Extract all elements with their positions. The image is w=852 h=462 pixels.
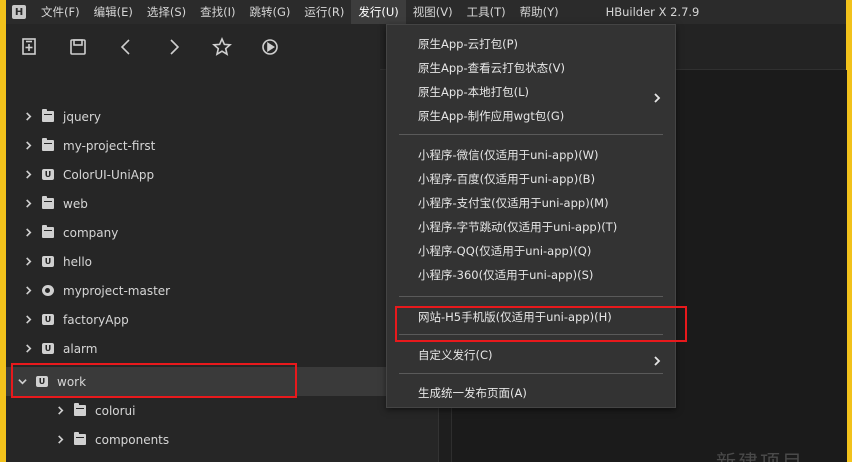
chevron-right-icon[interactable] [22, 285, 34, 297]
chevron-right-icon[interactable] [22, 111, 34, 123]
menu-file[interactable]: 文件(F) [34, 0, 87, 24]
menu-find[interactable]: 查找(I) [193, 0, 242, 24]
folder-icon [42, 109, 54, 122]
tree-item-label: myproject-master [63, 283, 171, 298]
menu-item-mp-bytedance[interactable]: 小程序-字节跳动(仅适用于uni-app)(T) [387, 215, 675, 239]
chevron-right-icon[interactable] [22, 256, 34, 268]
tree-item-label: jquery [63, 109, 101, 124]
menu-help[interactable]: 帮助(Y) [513, 0, 566, 24]
run-icon[interactable] [246, 24, 294, 70]
menu-item-mp-wechat[interactable]: 小程序-微信(仅适用于uni-app)(W) [387, 143, 675, 167]
back-icon[interactable] [102, 24, 150, 70]
tree-item-label: hello [63, 254, 92, 269]
menu-item-mp-alipay[interactable]: 小程序-支付宝(仅适用于uni-app)(M) [387, 191, 675, 215]
uniapp-project-icon: U [42, 343, 54, 354]
folder-icon [42, 138, 54, 151]
tree-item-label: web [63, 196, 88, 211]
tree-item-label: colorui [95, 403, 136, 418]
submenu-arrow-icon [653, 87, 661, 103]
tree-item-factoryapp[interactable]: U factoryApp [6, 305, 438, 334]
tree-item-colorui-uniapp[interactable]: U ColorUI-UniApp [6, 160, 438, 189]
new-file-icon[interactable] [6, 24, 54, 70]
circle-project-icon [42, 285, 54, 296]
chevron-right-icon[interactable] [22, 198, 34, 210]
save-icon[interactable] [54, 24, 102, 70]
menu-view[interactable]: 视图(V) [406, 0, 460, 24]
menu-item-native-app-local-pack[interactable]: 原生App-本地打包(L) [387, 80, 675, 104]
folder-icon [74, 432, 86, 445]
menu-separator [399, 134, 663, 135]
menu-separator [399, 373, 663, 374]
tree-item-components[interactable]: components [6, 425, 438, 454]
tree-item-my-project-first[interactable]: my-project-first [6, 131, 438, 160]
new-project-ghost-text: 新建项目 [716, 450, 804, 462]
tree-item-label: my-project-first [63, 138, 156, 153]
tree-item-label: components [95, 432, 170, 447]
folder-icon [42, 196, 54, 209]
menu-item-publish-page[interactable]: 生成统一发布页面(A) [387, 381, 675, 405]
menu-tools[interactable]: 工具(T) [460, 0, 513, 24]
chevron-right-icon[interactable] [22, 227, 34, 239]
menu-run[interactable]: 运行(R) [297, 0, 351, 24]
folder-icon [74, 403, 86, 416]
menu-item-h5-mobile[interactable]: 网站-H5手机版(仅适用于uni-app)(H) [387, 305, 675, 329]
chevron-down-icon[interactable] [16, 376, 28, 388]
menu-select[interactable]: 选择(S) [140, 0, 193, 24]
chevron-right-icon[interactable] [54, 434, 66, 446]
favorite-star-icon[interactable] [198, 24, 246, 70]
menu-item-mp-baidu[interactable]: 小程序-百度(仅适用于uni-app)(B) [387, 167, 675, 191]
tree-item-label: company [63, 225, 119, 240]
app-title: HBuilder X 2.7.9 [605, 5, 700, 19]
chevron-right-icon[interactable] [22, 343, 34, 355]
tree-item-label: ColorUI-UniApp [63, 167, 155, 182]
tree-item-jquery[interactable]: jquery [6, 102, 438, 131]
menu-item-mp-qq[interactable]: 小程序-QQ(仅适用于uni-app)(Q) [387, 239, 675, 263]
chevron-right-icon[interactable] [22, 140, 34, 152]
folder-icon [42, 225, 54, 238]
hbuilder-logo-icon: H [12, 5, 26, 19]
menu-edit[interactable]: 编辑(E) [87, 0, 140, 24]
forward-icon[interactable] [150, 24, 198, 70]
menu-publish[interactable]: 发行(U) [351, 0, 406, 24]
uniapp-project-icon: U [36, 376, 48, 387]
uniapp-project-icon: U [42, 169, 54, 180]
chevron-right-icon[interactable] [22, 314, 34, 326]
tree-item-web[interactable]: web [6, 189, 438, 218]
tree-item-label: alarm [63, 341, 98, 356]
project-explorer: jquery my-project-first U ColorUI-UniApp… [6, 70, 438, 462]
menu-goto[interactable]: 跳转(G) [243, 0, 298, 24]
menu-item-label: 自定义发行(C) [418, 348, 493, 362]
menubar: H 文件(F) 编辑(E) 选择(S) 查找(I) 跳转(G) 运行(R) 发行… [6, 0, 846, 24]
uniapp-project-icon: U [42, 256, 54, 267]
uniapp-project-icon: U [42, 314, 54, 325]
menu-item-native-app-wgt[interactable]: 原生App-制作应用wgt包(G) [387, 104, 675, 128]
menu-item-mp-360[interactable]: 小程序-360(仅适用于uni-app)(S) [387, 263, 675, 287]
chevron-right-icon[interactable] [22, 169, 34, 181]
tree-item-work[interactable]: U work [6, 367, 438, 396]
chevron-right-icon[interactable] [54, 405, 66, 417]
menu-separator [399, 334, 663, 335]
tree-item-myproject-master[interactable]: myproject-master [6, 276, 438, 305]
menu-item-label: 原生App-本地打包(L) [418, 85, 529, 99]
tree-item-alarm[interactable]: U alarm [6, 334, 438, 363]
menu-separator [399, 296, 663, 297]
tree-item-colorui[interactable]: colorui [6, 396, 438, 425]
submenu-arrow-icon [653, 350, 661, 366]
menu-item-native-app-cloud-pack[interactable]: 原生App-云打包(P) [387, 32, 675, 56]
tree-item-company[interactable]: company [6, 218, 438, 247]
menu-item-custom-publish[interactable]: 自定义发行(C) [387, 343, 675, 367]
toolbar [6, 24, 386, 70]
tree-item-label: work [57, 374, 87, 389]
menu-item-native-app-cloud-status[interactable]: 原生App-查看云打包状态(V) [387, 56, 675, 80]
tree-item-label: factoryApp [63, 312, 129, 327]
tree-item-hello[interactable]: U hello [6, 247, 438, 276]
publish-dropdown-menu: 原生App-云打包(P) 原生App-查看云打包状态(V) 原生App-本地打包… [386, 24, 687, 408]
